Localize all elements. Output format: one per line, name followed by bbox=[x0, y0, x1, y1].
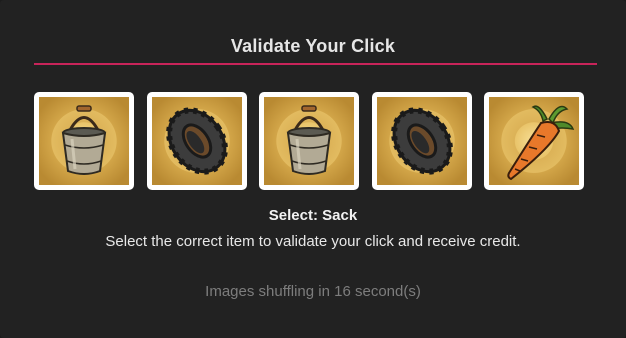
choice-tile-2[interactable] bbox=[147, 92, 247, 190]
carrot-icon bbox=[489, 97, 579, 185]
title-divider bbox=[34, 63, 597, 65]
bucket-icon bbox=[264, 97, 354, 185]
tire-icon bbox=[377, 97, 467, 185]
choice-tile-3[interactable] bbox=[259, 92, 359, 190]
modal-title: Validate Your Click bbox=[230, 36, 396, 56]
shuffle-countdown: Images shuffling in 16 second(s) bbox=[205, 283, 421, 300]
select-target: Sack bbox=[322, 207, 358, 224]
tire-icon bbox=[152, 97, 242, 185]
select-prefix: Select: bbox=[268, 207, 318, 224]
bucket-icon bbox=[39, 97, 129, 185]
captcha-modal: Validate Your Click Select: Sack Select … bbox=[0, 0, 626, 338]
image-choices bbox=[34, 92, 594, 190]
select-prompt: Select: Sack bbox=[0, 207, 626, 224]
choice-tile-1[interactable] bbox=[34, 92, 134, 190]
choice-tile-4[interactable] bbox=[372, 92, 472, 190]
choice-tile-5[interactable] bbox=[484, 92, 584, 190]
instructions-text: Select the correct item to validate your… bbox=[105, 233, 521, 250]
